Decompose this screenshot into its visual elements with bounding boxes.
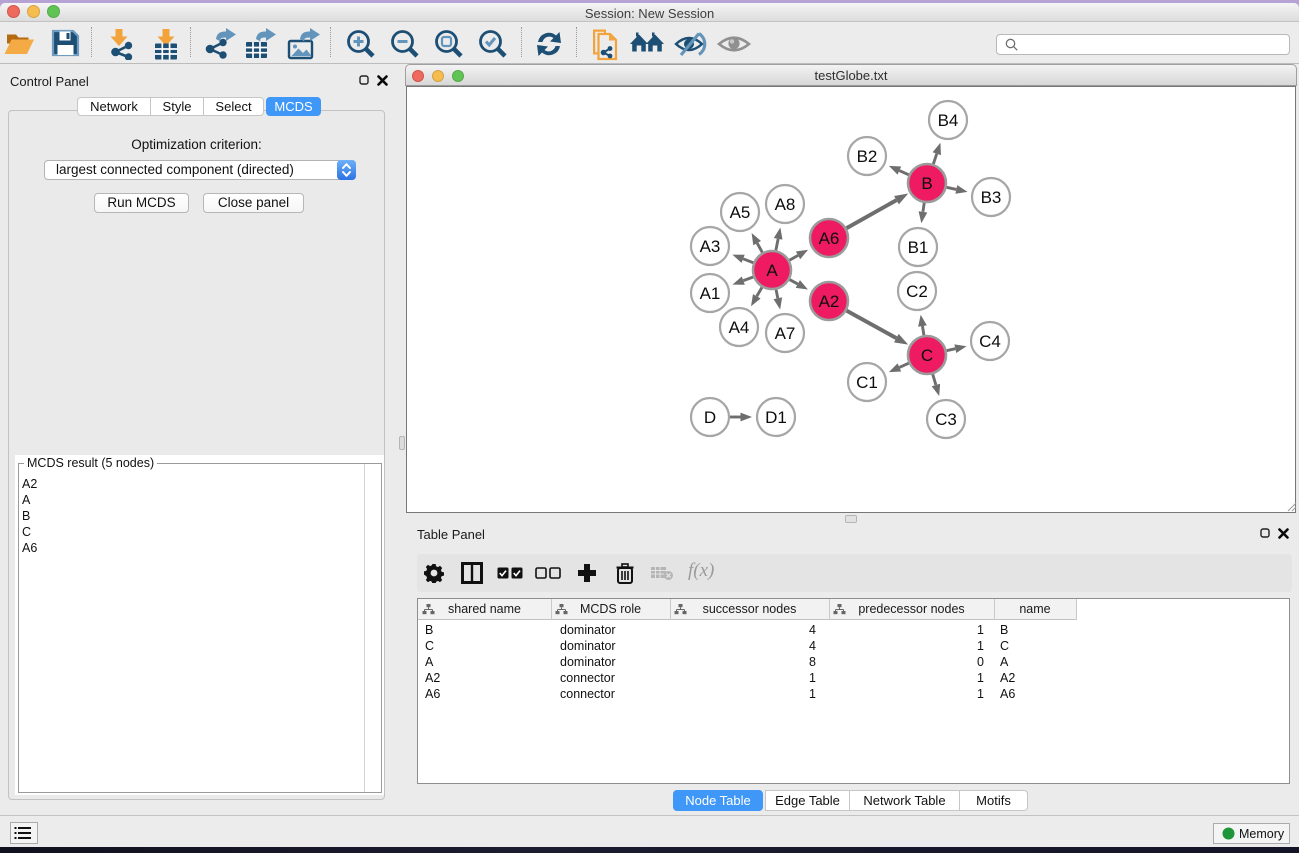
svg-text:A4: A4: [729, 318, 750, 337]
svg-text:B4: B4: [938, 111, 959, 130]
svg-text:D: D: [704, 408, 716, 427]
svg-text:A6: A6: [819, 229, 840, 248]
svg-text:A: A: [766, 261, 778, 280]
svg-text:A3: A3: [700, 237, 721, 256]
svg-text:D1: D1: [765, 408, 787, 427]
svg-text:B1: B1: [908, 238, 929, 257]
svg-text:A2: A2: [819, 292, 840, 311]
svg-text:C4: C4: [979, 332, 1001, 351]
svg-text:B3: B3: [981, 188, 1002, 207]
svg-text:A5: A5: [730, 203, 751, 222]
svg-text:A8: A8: [775, 195, 796, 214]
svg-text:A1: A1: [700, 284, 721, 303]
svg-text:C1: C1: [856, 373, 878, 392]
svg-text:B2: B2: [857, 147, 878, 166]
svg-text:C2: C2: [906, 282, 928, 301]
svg-text:B: B: [921, 174, 932, 193]
svg-text:C3: C3: [935, 410, 957, 429]
svg-text:C: C: [921, 346, 933, 365]
svg-text:A7: A7: [775, 324, 796, 343]
